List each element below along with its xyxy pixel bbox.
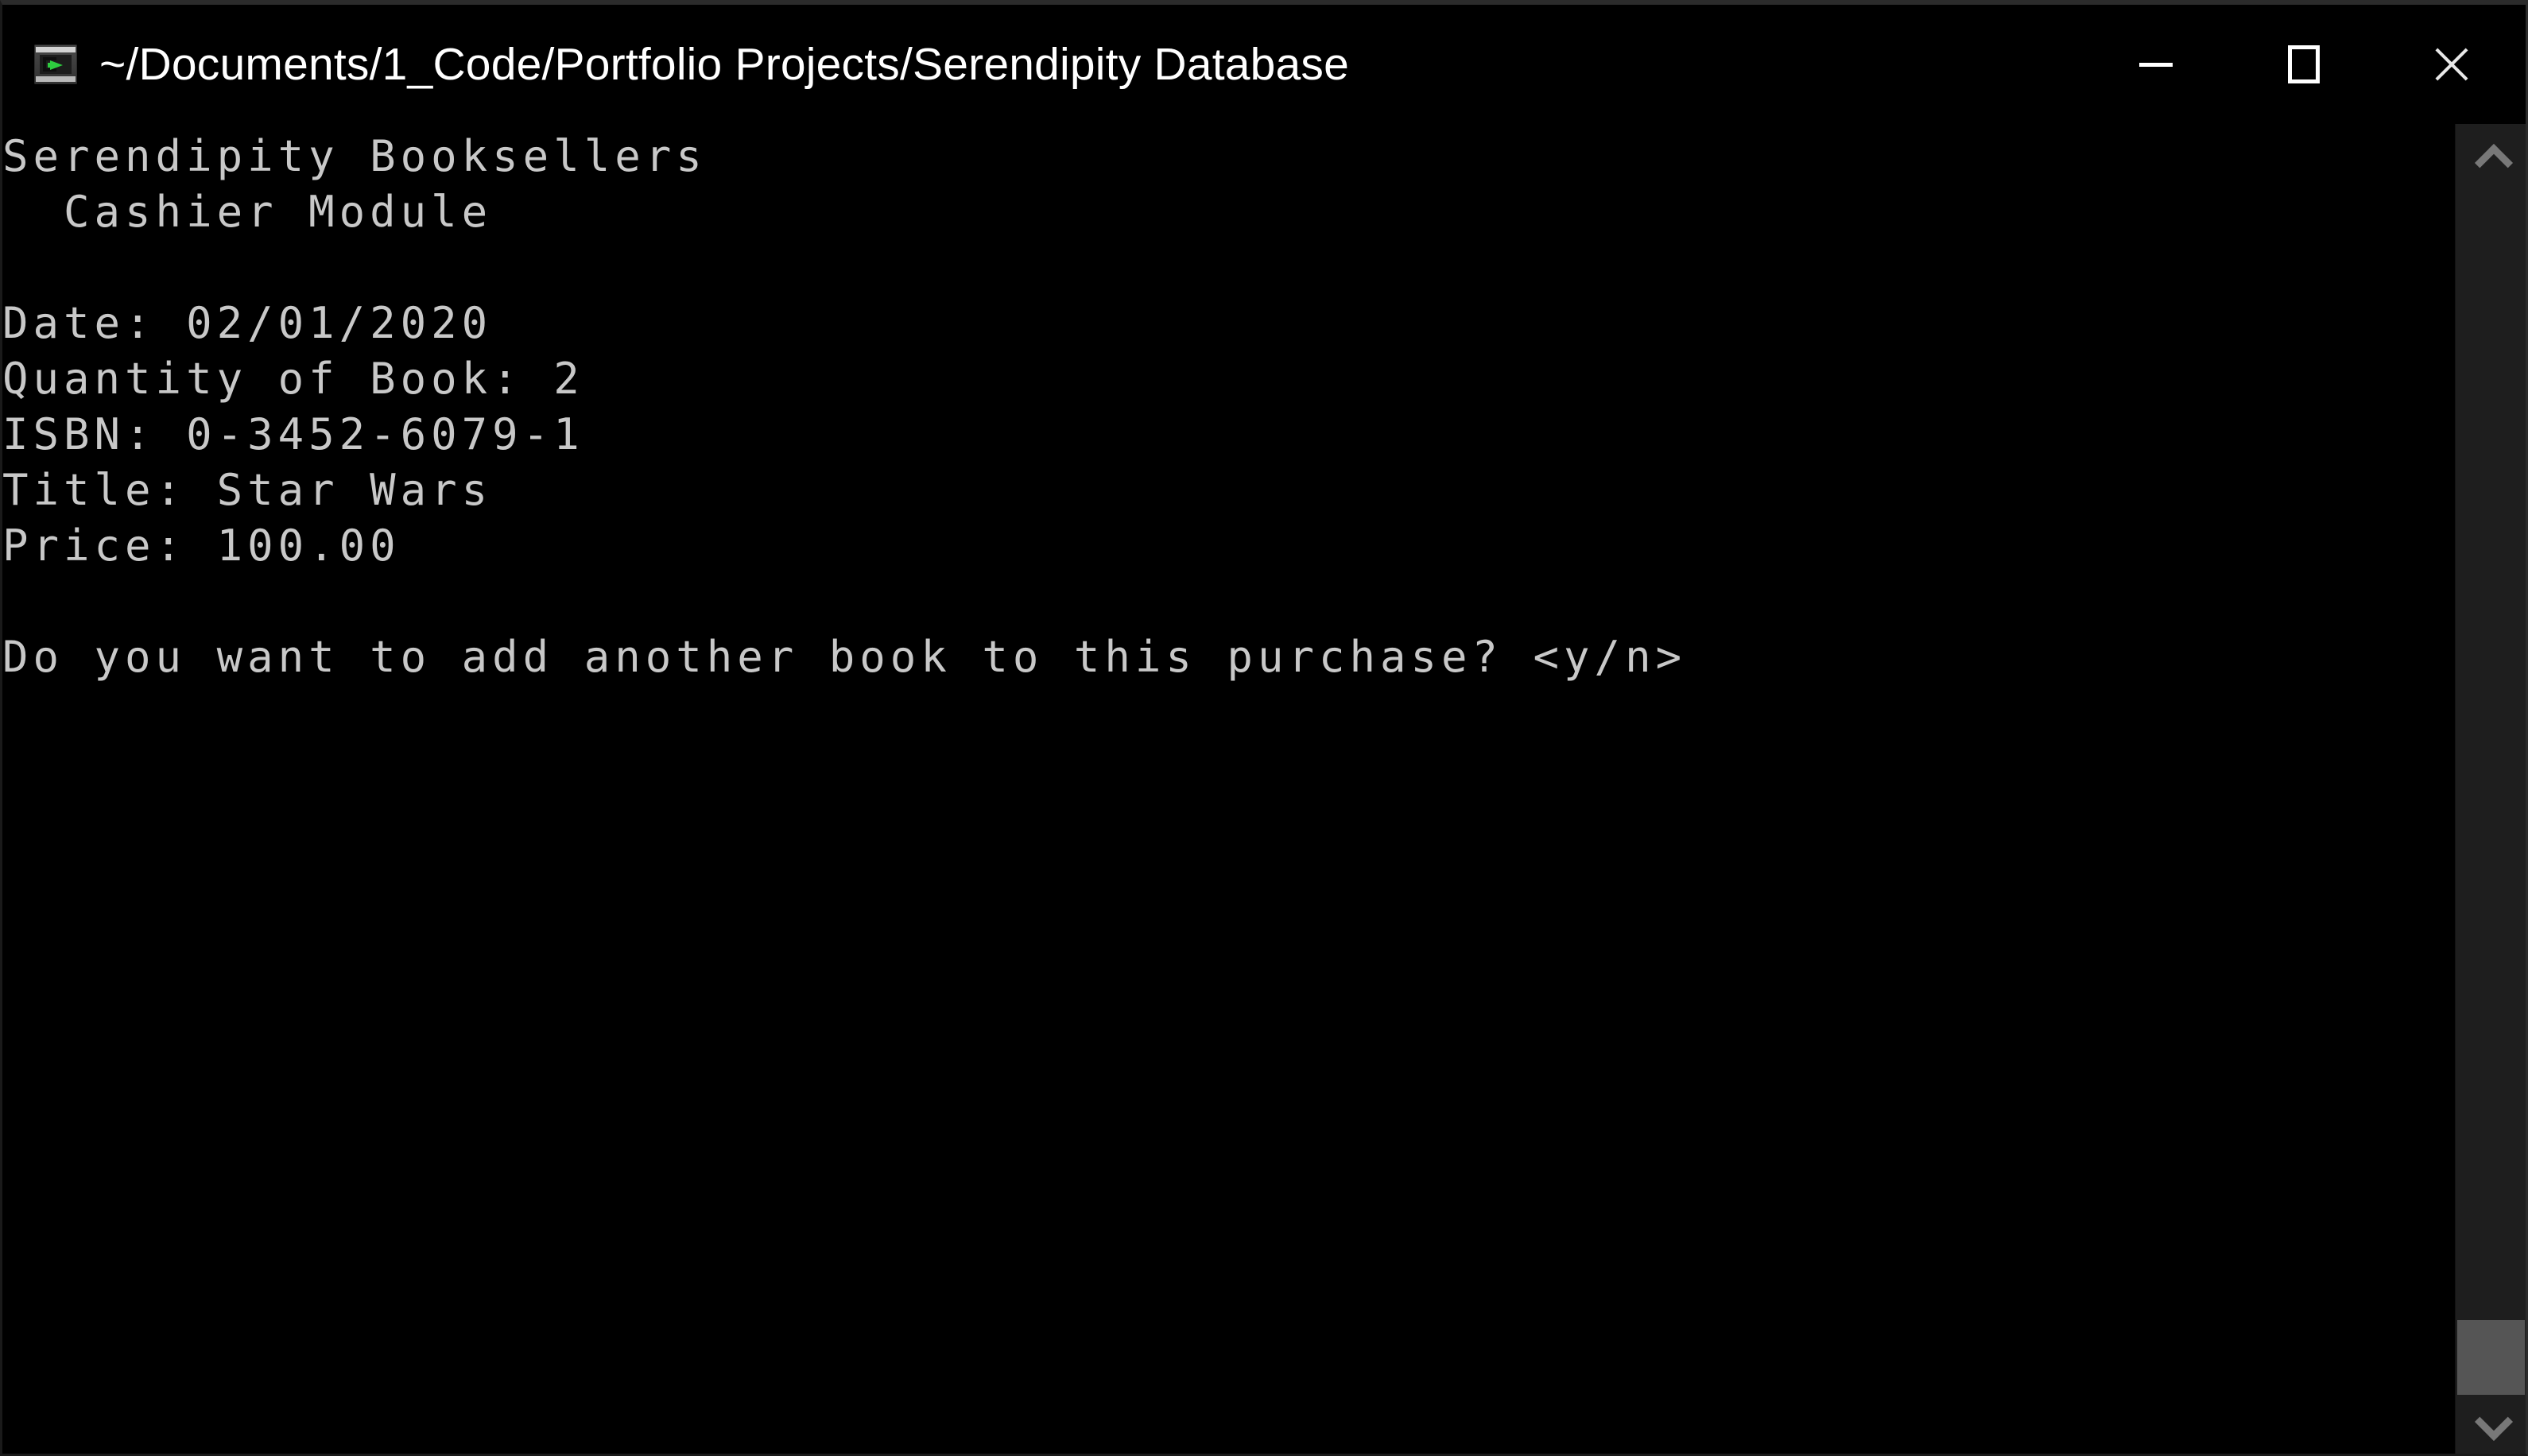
title-bar-left: ~/Documents/1_Code/Portfolio Projects/Se… bbox=[2, 38, 2082, 90]
maximize-button[interactable] bbox=[2230, 5, 2378, 124]
close-button[interactable] bbox=[2378, 5, 2526, 124]
console-icon-arrow-head bbox=[50, 60, 63, 70]
maximize-icon bbox=[2288, 45, 2320, 83]
scroll-up-button[interactable] bbox=[2456, 124, 2526, 189]
minimize-icon bbox=[2139, 62, 2173, 67]
close-icon bbox=[2430, 43, 2473, 86]
console-output-area[interactable]: Serendipity Booksellers Cashier Module D… bbox=[2, 124, 2455, 1454]
terminal-window: ~/Documents/1_Code/Portfolio Projects/Se… bbox=[0, 0, 2528, 1456]
console-icon-top-bar bbox=[36, 47, 76, 52]
window-controls bbox=[2082, 5, 2526, 124]
scrollbar-thumb[interactable] bbox=[2457, 1320, 2525, 1395]
minimize-button[interactable] bbox=[2082, 5, 2230, 124]
window-title: ~/Documents/1_Code/Portfolio Projects/Se… bbox=[99, 38, 1350, 90]
console-icon-bottom-bar bbox=[36, 76, 76, 82]
vertical-scrollbar[interactable] bbox=[2455, 124, 2526, 1454]
title-bar[interactable]: ~/Documents/1_Code/Portfolio Projects/Se… bbox=[2, 5, 2526, 124]
chevron-down-icon bbox=[2477, 1407, 2506, 1435]
console-window-icon bbox=[34, 45, 77, 84]
chevron-up-icon bbox=[2477, 142, 2506, 171]
console-text: Serendipity Booksellers Cashier Module D… bbox=[2, 131, 1687, 682]
scroll-down-button[interactable] bbox=[2456, 1388, 2526, 1454]
